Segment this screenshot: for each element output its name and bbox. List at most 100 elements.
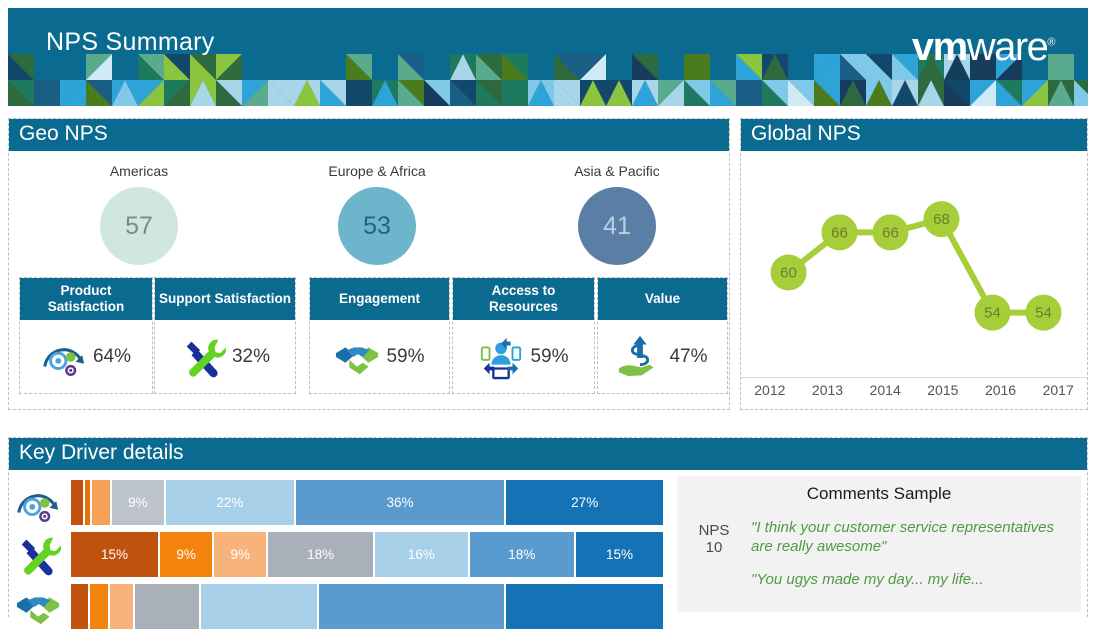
geo-nps-panel: Geo NPS Americas 57 Europe & Africa53 Asia … — [8, 118, 730, 410]
geo-region-score: 41 — [578, 187, 656, 265]
mosaic-tile — [996, 80, 1022, 106]
key-driver-body: 9%22%36%27%15%9%9%18%16%18%15% Comments … — [9, 470, 1087, 610]
logo-vm-text: vm — [912, 25, 967, 69]
geo-nps-title: Geo NPS — [9, 119, 729, 151]
bar-segment[interactable]: 15% — [576, 532, 663, 577]
bar-segment[interactable] — [92, 480, 111, 525]
mosaic-tile — [346, 80, 372, 106]
bar-segment[interactable]: 15% — [71, 532, 160, 577]
bar-segment[interactable]: 27% — [506, 480, 663, 525]
x-axis-tick-2014: 2014 — [856, 382, 914, 398]
mosaic-tile — [892, 80, 918, 106]
mosaic-tile — [658, 80, 684, 106]
bar-segment[interactable] — [135, 584, 201, 629]
mosaic-tile — [944, 80, 970, 106]
driver-tile-3[interactable]: Engagement 59% — [309, 277, 450, 394]
mosaic-tile — [242, 80, 268, 106]
bar-segment[interactable]: 9% — [214, 532, 268, 577]
mosaic-tile — [736, 80, 762, 106]
global-nps-chart: 606666685454 201220132014201520162017 — [741, 151, 1087, 406]
bar-segment[interactable]: 9% — [160, 532, 214, 577]
mosaic-tile — [450, 54, 476, 80]
driver-tile-body: 32% — [155, 320, 295, 393]
mosaic-tile — [788, 80, 814, 106]
bar-segment[interactable] — [85, 480, 93, 525]
bar-segment[interactable]: 36% — [296, 480, 507, 525]
mosaic-tile — [294, 80, 320, 106]
bar-segment[interactable] — [506, 584, 663, 629]
driver-tile-percent: 59% — [386, 346, 424, 368]
mosaic-tile — [398, 54, 424, 80]
driver-tile-4[interactable]: Access to Resources59% — [452, 277, 595, 394]
mosaic-tile — [112, 80, 138, 106]
mosaic-tile — [60, 80, 86, 106]
svg-text:68: 68 — [933, 211, 950, 228]
mosaic-tile — [8, 54, 34, 80]
x-axis-tick-2017: 2017 — [1029, 382, 1087, 398]
comment-nps-score — [691, 570, 737, 589]
bar-segment[interactable] — [71, 584, 90, 629]
mosaic-tile — [502, 54, 528, 80]
geo-region-3[interactable]: Asia & Pacific 41 — [522, 163, 712, 265]
geo-region-2[interactable]: Europe & Africa53 — [282, 163, 472, 265]
bar-segment[interactable]: 16% — [375, 532, 470, 577]
mosaic-tile — [970, 80, 996, 106]
mosaic-tile — [372, 80, 398, 106]
mosaic-tile — [86, 54, 112, 80]
mosaic-tile — [554, 80, 580, 106]
comment-text: "You ugys made my day... my life... — [751, 570, 984, 589]
geo-region-1[interactable]: Americas 57 — [44, 163, 234, 265]
mosaic-tile — [216, 80, 242, 106]
mosaic-tile — [736, 54, 762, 80]
stacked-bar — [71, 584, 663, 629]
bar-segment[interactable]: 18% — [268, 532, 374, 577]
hammer-wrench-icon — [180, 334, 226, 380]
mosaic-tile — [398, 80, 424, 106]
driver-tile-5[interactable]: Value 47% — [597, 277, 728, 394]
bar-segment[interactable]: 18% — [470, 532, 576, 577]
geo-region-label: Asia & Pacific — [522, 163, 712, 179]
bar-segment[interactable]: 22% — [166, 480, 296, 525]
x-axis-tick-2015: 2015 — [914, 382, 972, 398]
bar-segment[interactable]: 9% — [112, 480, 166, 525]
geo-region-score: 57 — [100, 187, 178, 265]
mosaic-tile — [814, 80, 840, 106]
comment-item: "You ugys made my day... my life... — [691, 570, 1067, 589]
mosaic-tile — [8, 80, 34, 106]
mosaic-tile — [86, 80, 112, 106]
bar-segment[interactable] — [71, 480, 85, 525]
geo-region-label: Americas — [44, 163, 234, 179]
driver-tile-percent: 64% — [93, 346, 131, 368]
mosaic-tile — [580, 80, 606, 106]
driver-tile-label: Engagement — [310, 278, 449, 320]
mosaic-tile — [346, 54, 372, 80]
svg-text:66: 66 — [882, 224, 899, 241]
svg-text:66: 66 — [831, 224, 848, 241]
mosaic-tile — [138, 80, 164, 106]
mosaic-tile — [502, 80, 528, 106]
mosaic-tile — [606, 80, 632, 106]
driver-tile-percent: 32% — [232, 346, 270, 368]
comments-sample-title: Comments Sample — [691, 484, 1067, 504]
mosaic-tile — [580, 54, 606, 80]
driver-tile-percent: 47% — [669, 346, 707, 368]
driver-tile-2[interactable]: Support Satisfaction32% — [154, 277, 296, 394]
bar-segment[interactable] — [90, 584, 109, 629]
mosaic-tile — [450, 80, 476, 106]
mosaic-tile — [554, 54, 580, 80]
comments-list: NPS10"I think your customer service repr… — [691, 518, 1067, 589]
handshake-icon — [334, 334, 380, 380]
mosaic-tile — [190, 54, 216, 80]
mosaic-tile — [840, 54, 866, 80]
bar-segment[interactable] — [201, 584, 319, 629]
svg-text:54: 54 — [984, 305, 1001, 322]
driver-tile-label: Value — [598, 278, 727, 320]
bar-segment[interactable] — [319, 584, 507, 629]
bar-segment[interactable] — [110, 584, 135, 629]
gears-arrow-icon — [41, 334, 87, 380]
mosaic-tile — [34, 80, 60, 106]
mosaic-tile — [1048, 80, 1074, 106]
gears-arrow-icon — [15, 480, 61, 524]
global-nps-x-axis: 201220132014201520162017 — [741, 377, 1087, 398]
driver-tile-1[interactable]: Product Satisfaction64% — [19, 277, 153, 394]
